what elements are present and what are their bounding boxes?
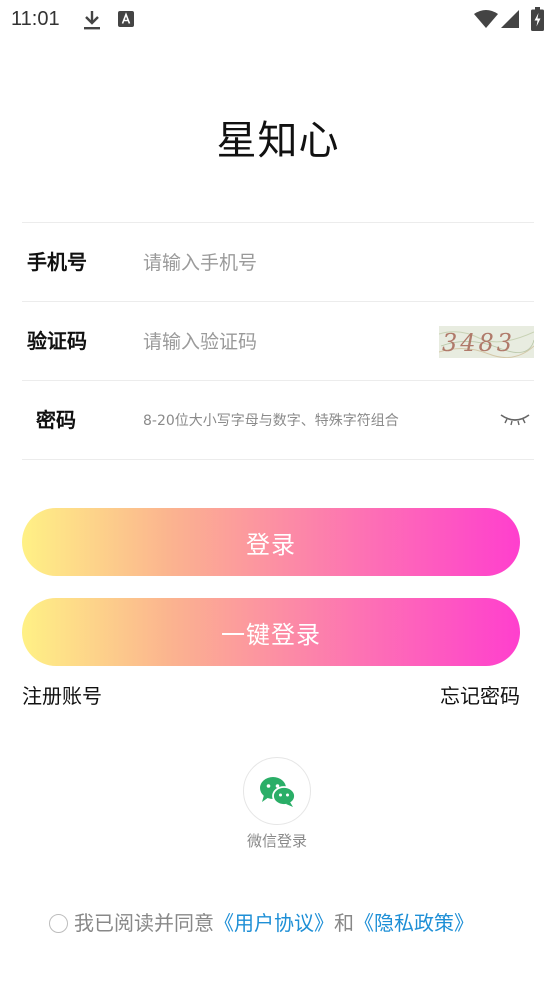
code-input[interactable] bbox=[141, 321, 425, 363]
a-badge-icon bbox=[118, 11, 134, 31]
agreement-and: 和 bbox=[334, 911, 354, 935]
eye-closed-icon[interactable] bbox=[499, 409, 531, 429]
agreement-prefix: 我已阅读并同意 bbox=[74, 911, 214, 935]
agree-checkbox[interactable] bbox=[49, 914, 68, 933]
password-row: 密码 bbox=[22, 380, 534, 460]
phone-input[interactable] bbox=[141, 242, 425, 284]
forgot-password-link[interactable]: 忘记密码 bbox=[440, 680, 520, 709]
one-key-login-button[interactable]: 一键登录 bbox=[22, 598, 520, 666]
captcha-image[interactable]: 3483 bbox=[438, 326, 535, 359]
captcha-text: 3483 bbox=[442, 329, 515, 357]
wechat-login-button[interactable] bbox=[243, 757, 311, 825]
download-icon bbox=[82, 9, 102, 35]
wifi-icon bbox=[474, 9, 498, 33]
password-label: 密码 bbox=[36, 408, 76, 432]
phone-label: 手机号 bbox=[27, 250, 87, 274]
wechat-icon bbox=[260, 777, 296, 807]
login-button[interactable]: 登录 bbox=[22, 508, 520, 576]
battery-icon bbox=[531, 7, 544, 35]
status-time: 11:01 bbox=[11, 8, 60, 30]
register-link[interactable]: 注册账号 bbox=[22, 680, 102, 709]
status-bar: 11:01 bbox=[0, 0, 556, 40]
wechat-login-label: 微信登录 bbox=[246, 832, 307, 850]
phone-row: 手机号 bbox=[22, 222, 534, 301]
password-input[interactable] bbox=[141, 400, 475, 442]
signal-icon bbox=[501, 10, 519, 32]
privacy-policy-link[interactable]: 《隐私政策》 bbox=[354, 911, 474, 935]
code-label: 验证码 bbox=[27, 329, 87, 353]
app-title: 星知心 bbox=[216, 118, 340, 164]
user-agreement-link[interactable]: 《用户协议》 bbox=[214, 911, 334, 935]
login-form: 手机号 验证码 3483 密码 bbox=[22, 222, 535, 460]
code-row: 验证码 3483 bbox=[22, 301, 535, 380]
agreement-row: 我已阅读并同意《用户协议》和《隐私政策》 bbox=[49, 909, 474, 937]
